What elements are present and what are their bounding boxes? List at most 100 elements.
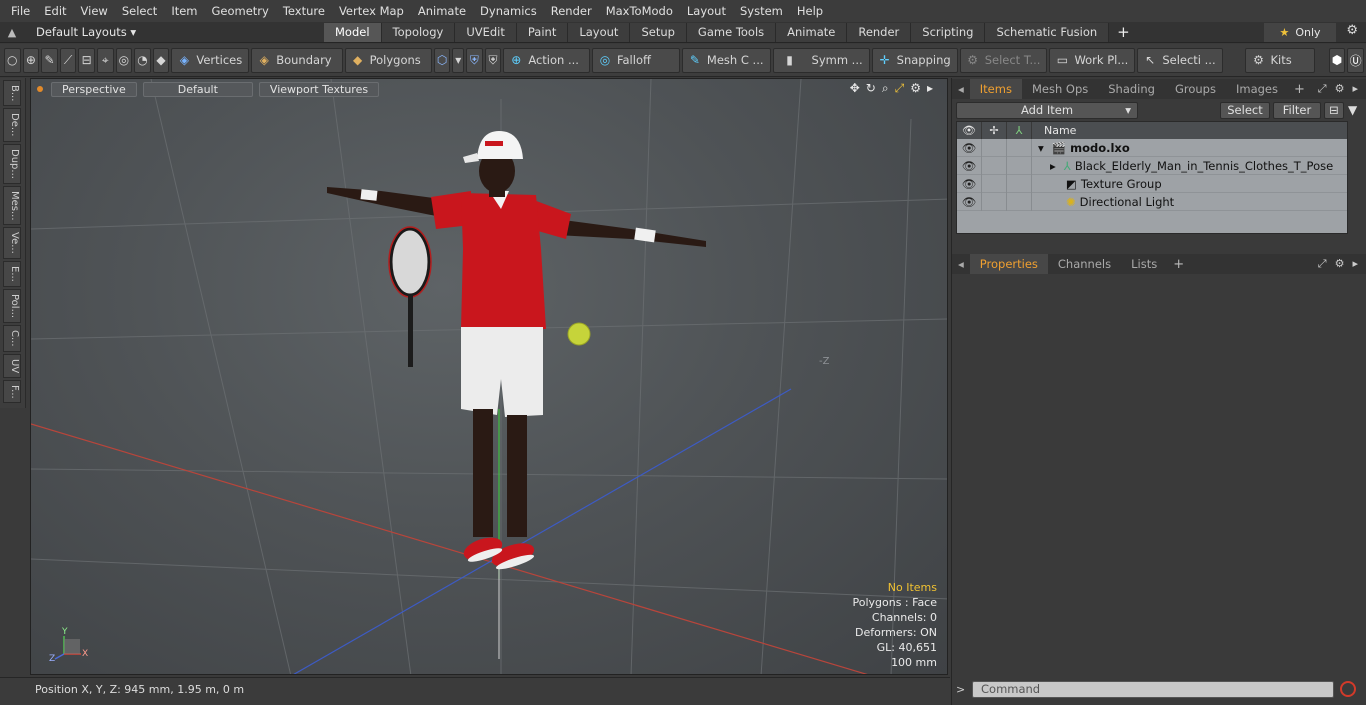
select-through-button[interactable]: ⚙ Select T... [959,47,1048,73]
tab-topology[interactable]: Topology [381,22,456,42]
menu-item[interactable]: Item [164,0,204,22]
material-mode-icon[interactable]: ⬡ [433,47,451,73]
tab-items[interactable]: Items [969,79,1022,99]
left-tab-vertex[interactable]: Ve... [3,227,21,260]
tab-channels[interactable]: Channels [1048,254,1121,274]
zoom-icon[interactable]: ⌕ [882,81,889,96]
falloff-button[interactable]: ◎ Falloff [591,47,680,73]
menu-system[interactable]: System [733,0,790,22]
viewport-textures-button[interactable]: Viewport Textures [258,81,380,97]
3d-viewport[interactable]: -Z Y Z X Perspective Default Viewport Te… [30,78,948,675]
menu-vertex-map[interactable]: Vertex Map [332,0,411,22]
action-center-button[interactable]: ⊕ Action ... [503,47,590,73]
brush-icon[interactable]: ⟋ [59,47,77,73]
maximize-icon[interactable]: ⤢ [1318,82,1327,96]
tab-game-tools[interactable]: Game Tools [686,22,777,42]
tab-lists[interactable]: Lists [1121,254,1167,274]
tab-render[interactable]: Render [847,22,912,42]
list-item[interactable]: 👁 ◩ Texture Group [957,174,1347,193]
viewport-gear-icon[interactable]: ⚙ [910,81,921,96]
view-type-button[interactable]: Perspective [51,81,137,97]
mesh-constraint-button[interactable]: ✎ Mesh C ... [681,47,771,73]
tab-properties[interactable]: Properties [969,254,1048,274]
menu-render[interactable]: Render [544,0,599,22]
menu-maxtomodo[interactable]: MaxToModo [599,0,680,22]
align-icon[interactable]: ⊟ [78,47,95,73]
menu-geometry[interactable]: Geometry [205,0,276,22]
left-tab-mesh-edit[interactable]: Mes... [3,185,21,226]
props-menu-arrow-icon[interactable]: ▸ [1352,257,1358,271]
menu-select[interactable]: Select [115,0,164,22]
unreal-icon[interactable]: Ⓤ [1347,47,1364,73]
visibility-eye-icon[interactable]: 👁 [957,174,982,193]
pen-icon[interactable]: ✎ [41,47,58,73]
globe-icon[interactable]: ⊕ [22,47,40,73]
lock-cell[interactable] [982,138,1007,157]
panel-menu-arrow-icon[interactable]: ▸ [1352,82,1358,96]
select-mode-circle-icon[interactable]: ○ [4,47,21,73]
name-column-header[interactable]: Name [1032,122,1076,139]
collapse-list-icon[interactable]: ⊟ [1324,101,1344,119]
work-plane-button[interactable]: ▭ Work Pl... [1049,47,1136,73]
tab-mesh-ops[interactable]: Mesh Ops [1022,79,1098,99]
tab-setup[interactable]: Setup [630,22,687,42]
left-tab-uv[interactable]: UV [3,353,21,378]
funnel-filter-icon[interactable]: ▼ [1348,103,1357,117]
tab-groups[interactable]: Groups [1165,79,1226,99]
lock-cell[interactable] [982,192,1007,211]
tab-paint[interactable]: Paint [516,22,569,42]
tab-scripting[interactable]: Scripting [911,22,986,42]
menu-layout[interactable]: Layout [680,0,733,22]
menu-help[interactable]: Help [790,0,830,22]
list-item[interactable]: 👁 ▾ 🎬 modo.lxo [957,138,1347,157]
symmetry-button[interactable]: ▮ Symm ... [772,47,870,73]
shading-mode-button[interactable]: Default [142,81,253,97]
selection-sets-button[interactable]: ↖ Selecti ... [1137,47,1223,73]
viewport-menu-dot-icon[interactable] [37,86,43,92]
vertices-button[interactable]: ◈ Vertices [171,47,250,73]
left-tab-edge[interactable]: E... [3,261,21,287]
filter-button[interactable]: Filter [1273,101,1321,119]
center-icon[interactable]: ⌖ [96,47,114,73]
visibility-eye-icon[interactable]: 👁 [957,138,982,157]
left-tab-polygon[interactable]: Pol... [3,288,21,323]
dropdown-chevron-icon[interactable]: ▾ [452,47,465,73]
add-item-button[interactable]: Add Item ▾ [956,101,1138,119]
panel-gear-icon[interactable]: ⚙ [1335,82,1345,96]
visibility-column-eye-icon[interactable]: 👁 [957,122,982,139]
snapping-button[interactable]: ✛ Snapping [871,47,958,73]
pivot-icon[interactable]: ◎ [115,47,133,73]
menu-dynamics[interactable]: Dynamics [473,0,544,22]
tab-shading[interactable]: Shading [1098,79,1165,99]
add-panel-tab-icon[interactable]: + [1288,82,1311,97]
menu-texture[interactable]: Texture [276,0,332,22]
left-tab-curve[interactable]: C... [3,324,21,352]
lock-cell[interactable] [982,156,1007,175]
visibility-eye-icon[interactable]: 👁 [957,192,982,211]
add-tab-plus-icon[interactable]: + [1109,23,1138,42]
fit-icon[interactable]: ⤢ [895,81,905,96]
panel-collapse-icon[interactable]: ◂ [952,79,970,99]
symmetry-shield-icon[interactable]: ⛨ [466,47,483,73]
expand-arrow-icon[interactable]: ▾ [1038,141,1044,155]
boundary-button[interactable]: ◈ Boundary [251,47,343,73]
visibility-eye-icon[interactable]: 👁 [957,156,982,175]
snap-circle-icon[interactable]: ◔ [134,47,151,73]
tab-animate[interactable]: Animate [776,22,848,42]
props-collapse-icon[interactable]: ◂ [952,254,970,274]
props-maximize-icon[interactable]: ⤢ [1318,257,1327,271]
menu-edit[interactable]: Edit [37,0,73,22]
lock-column-icon[interactable]: ✢ [982,122,1007,139]
home-arrow-icon[interactable]: ▲ [0,26,24,39]
menu-animate[interactable]: Animate [411,0,473,22]
left-tab-basic[interactable]: B... [3,80,21,107]
only-toggle[interactable]: ★ Only [1264,23,1336,42]
item-mode-icon[interactable]: ◆ [152,47,170,73]
type-column-icon[interactable]: ⅄ [1007,122,1032,139]
props-gear-icon[interactable]: ⚙ [1335,257,1345,271]
select-button[interactable]: Select [1220,101,1270,119]
record-macro-icon[interactable] [1340,681,1356,697]
shield-icon[interactable]: ⛨ [484,47,502,73]
left-tab-duplicate[interactable]: Dup... [3,143,21,184]
rotate-icon[interactable]: ↻ [866,81,876,96]
